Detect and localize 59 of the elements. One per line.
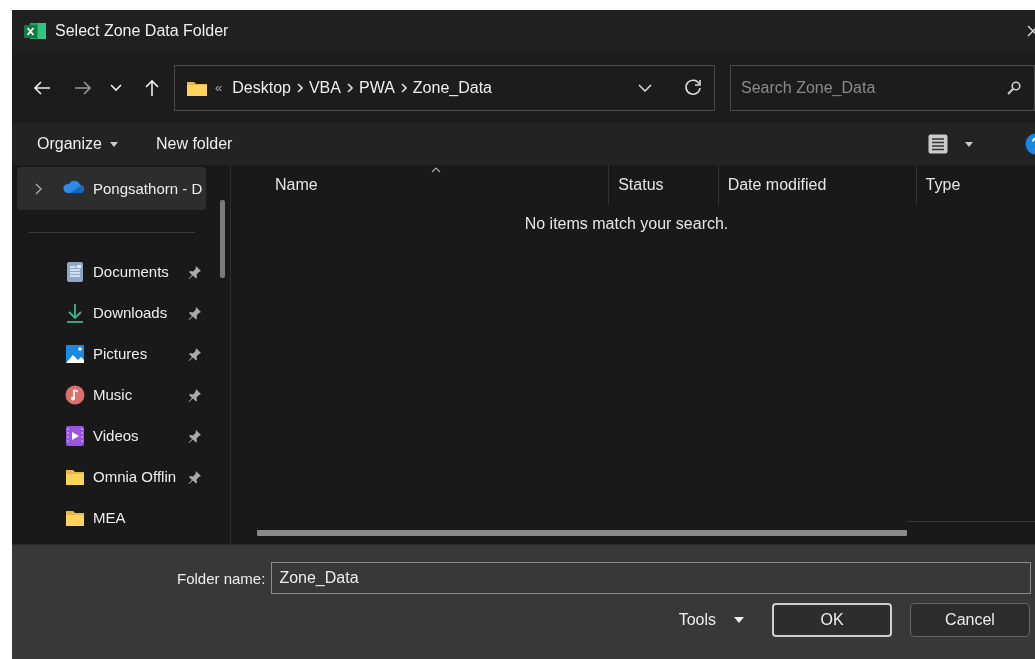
- column-header[interactable]: Date modified: [717, 165, 916, 205]
- excel-icon: [24, 22, 46, 40]
- search-field[interactable]: Search Zone_Data: [730, 64, 1035, 111]
- chevron-right-icon: [296, 82, 303, 93]
- chevron-right-icon: [400, 82, 407, 93]
- music-note-icon: [65, 384, 85, 405]
- column-header[interactable]: Name: [232, 165, 609, 205]
- new-folder-button[interactable]: New folder: [151, 131, 237, 157]
- breadcrumb-item[interactable]: Desktop: [232, 78, 291, 97]
- caret-down-icon: [734, 617, 744, 623]
- sidebar-item[interactable]: Downloads: [17, 292, 206, 333]
- scrollbar-thumb[interactable]: [220, 200, 225, 278]
- up-arrow-icon[interactable]: [144, 78, 160, 97]
- back-arrow-icon[interactable]: [33, 79, 51, 96]
- download-icon: [65, 302, 85, 323]
- video-icon: [65, 425, 85, 446]
- pin-icon: [188, 428, 202, 443]
- sidebar-item[interactable]: Videos: [17, 415, 206, 456]
- sidebar-item[interactable]: Omnia Offlin: [17, 456, 206, 497]
- column-header[interactable]: Status: [608, 165, 718, 205]
- pin-icon: [188, 264, 202, 279]
- window-title: Select Zone Data Folder: [55, 22, 229, 40]
- details-view-icon: [928, 134, 948, 154]
- tools-button[interactable]: Tools: [672, 610, 750, 630]
- chevron-down-icon[interactable]: [638, 83, 652, 92]
- sidebar-item[interactable]: Pictures: [17, 333, 206, 374]
- chevron-right-icon: [346, 82, 353, 93]
- chevron-right-icon[interactable]: [35, 182, 42, 195]
- cancel-button[interactable]: Cancel: [910, 603, 1030, 637]
- breadcrumb-item[interactable]: VBA: [308, 78, 341, 97]
- pin-icon: [188, 305, 202, 320]
- view-button[interactable]: [928, 134, 973, 154]
- sidebar-item[interactable]: Documents: [17, 251, 206, 292]
- folder-name-label: Folder name:: [177, 569, 266, 587]
- overflow-mark[interactable]: «: [215, 80, 223, 95]
- horizontal-scrollbar-thumb[interactable]: [257, 530, 907, 536]
- pin-icon: [188, 387, 202, 402]
- search-icon: [1007, 80, 1021, 95]
- chevron-down-icon[interactable]: [110, 83, 122, 92]
- caret-down-icon: [965, 141, 973, 147]
- breadcrumb-item[interactable]: PWA: [358, 78, 395, 97]
- breadcrumb-item[interactable]: Zone_Data: [412, 78, 492, 97]
- sidebar-item[interactable]: Music: [17, 374, 206, 415]
- folder-icon: [187, 79, 207, 96]
- picture-icon: [65, 343, 85, 364]
- document-icon: [65, 261, 85, 282]
- folder-name-field[interactable]: Zone_Data: [271, 562, 1031, 594]
- sidebar-item-selected[interactable]: Pongsathorn - D: [17, 167, 206, 210]
- column-header[interactable]: Type: [915, 165, 1035, 205]
- caret-down-icon: [109, 141, 118, 147]
- ok-button[interactable]: OK: [772, 603, 892, 637]
- sidebar-item[interactable]: MEA: [17, 497, 206, 538]
- pin-icon: [188, 346, 202, 361]
- refresh-icon[interactable]: [684, 78, 702, 97]
- forward-arrow-icon[interactable]: [74, 79, 92, 96]
- address-bar[interactable]: « Desktop VBA PWA Zone_Data: [174, 64, 715, 111]
- pin-icon: [188, 469, 202, 484]
- organize-button[interactable]: Organize: [33, 131, 122, 157]
- empty-message: No items match your search.: [523, 215, 730, 233]
